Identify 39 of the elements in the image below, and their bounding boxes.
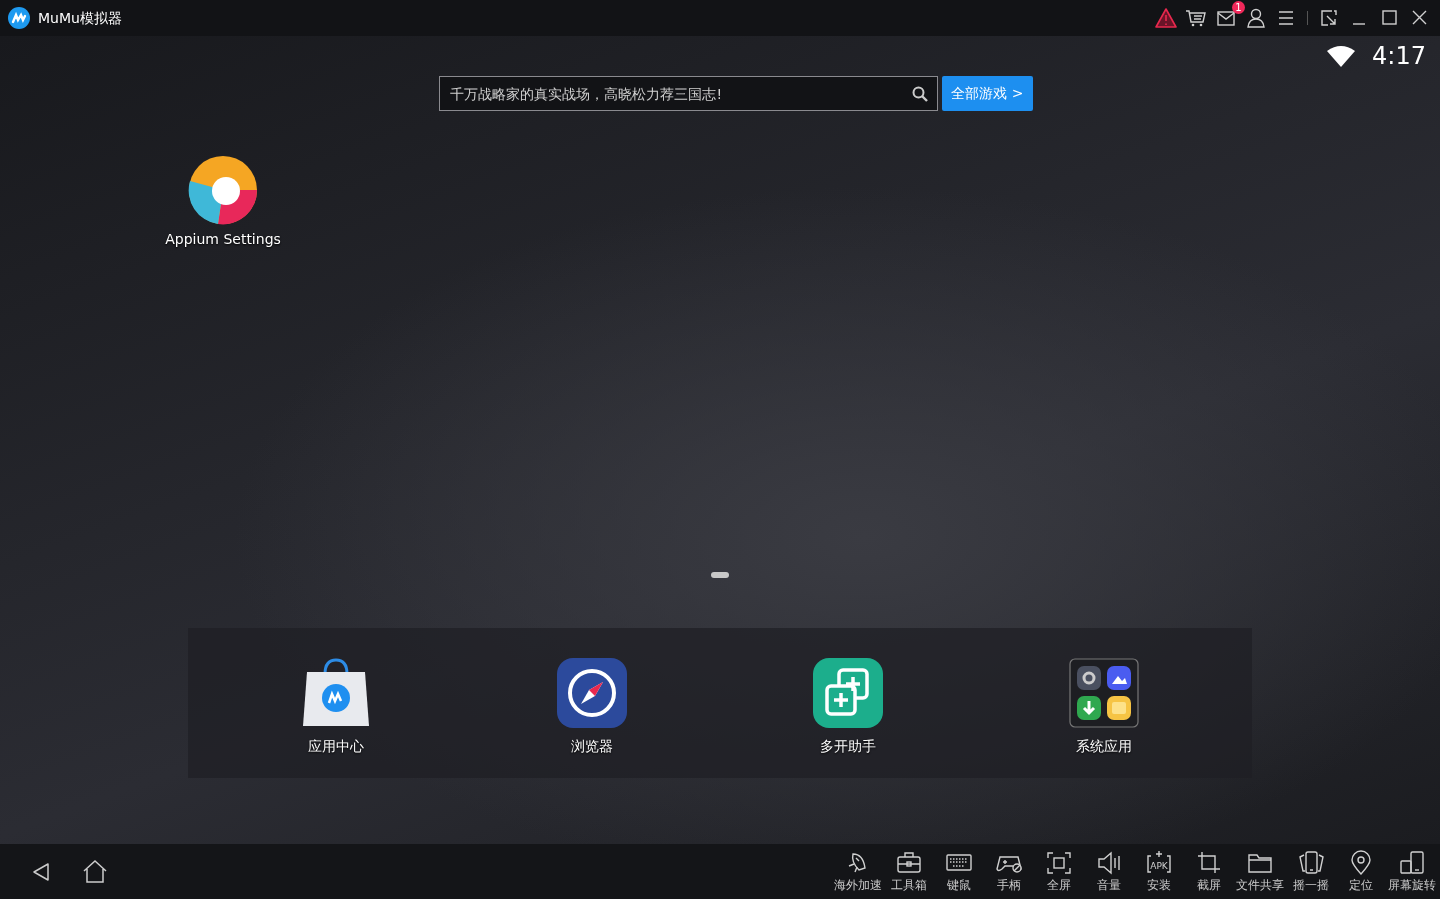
- crop-button[interactable]: 截屏: [1186, 849, 1232, 894]
- volume-button[interactable]: 音量: [1086, 849, 1132, 894]
- app-label[interactable]: 应用中心: [308, 736, 364, 757]
- app-label[interactable]: Appium Settings: [165, 229, 281, 250]
- speaker-icon: [1096, 849, 1122, 876]
- location-pin-icon: [1348, 849, 1374, 876]
- fullscreen-icon: [1046, 849, 1072, 876]
- wifi-icon: [1326, 45, 1357, 67]
- rotate-screen-button[interactable]: 屏幕旋转: [1388, 849, 1436, 894]
- compass-app-icon[interactable]: [557, 658, 627, 728]
- warning-icon[interactable]: [1153, 7, 1179, 29]
- shopping-bag-app-icon[interactable]: [301, 658, 371, 728]
- app-label[interactable]: 系统应用: [1076, 736, 1132, 757]
- toolbox-button[interactable]: 工具箱: [886, 849, 932, 894]
- page-indicator[interactable]: [711, 572, 729, 578]
- location-button[interactable]: 定位: [1338, 849, 1384, 894]
- folder-button[interactable]: 文件共享: [1236, 849, 1284, 894]
- crop-icon: [1196, 849, 1222, 876]
- notification-badge: 1: [1232, 1, 1245, 14]
- window-title: MuMu模拟器: [38, 8, 122, 28]
- keyboard-button[interactable]: 键鼠: [936, 849, 982, 894]
- shake-button[interactable]: 摇一摇: [1288, 849, 1334, 894]
- gamepad-button[interactable]: 手柄: [986, 849, 1032, 894]
- search-field[interactable]: 千万战略家的真实战场，高晓松力荐三国志!: [439, 76, 939, 111]
- appium-app-icon[interactable]: [188, 155, 258, 225]
- app-logo-icon: [8, 7, 30, 29]
- app-folder-icon[interactable]: [1069, 658, 1139, 728]
- rotate-screen-icon: [1399, 849, 1425, 876]
- fullscreen-button[interactable]: 全屏: [1036, 849, 1082, 894]
- status-time: 4:17: [1372, 41, 1426, 72]
- install-apk-button[interactable]: APK 安装: [1136, 849, 1182, 894]
- app-label[interactable]: 浏览器: [571, 736, 613, 757]
- add-windows-app-icon[interactable]: [813, 658, 883, 728]
- rocket-button[interactable]: 海外加速: [834, 849, 882, 894]
- cart-icon[interactable]: [1183, 7, 1209, 29]
- search-icon[interactable]: [912, 86, 929, 102]
- phone-shake-icon: [1298, 849, 1324, 876]
- app-label[interactable]: 多开助手: [820, 736, 876, 757]
- toolbox-icon: [896, 849, 922, 876]
